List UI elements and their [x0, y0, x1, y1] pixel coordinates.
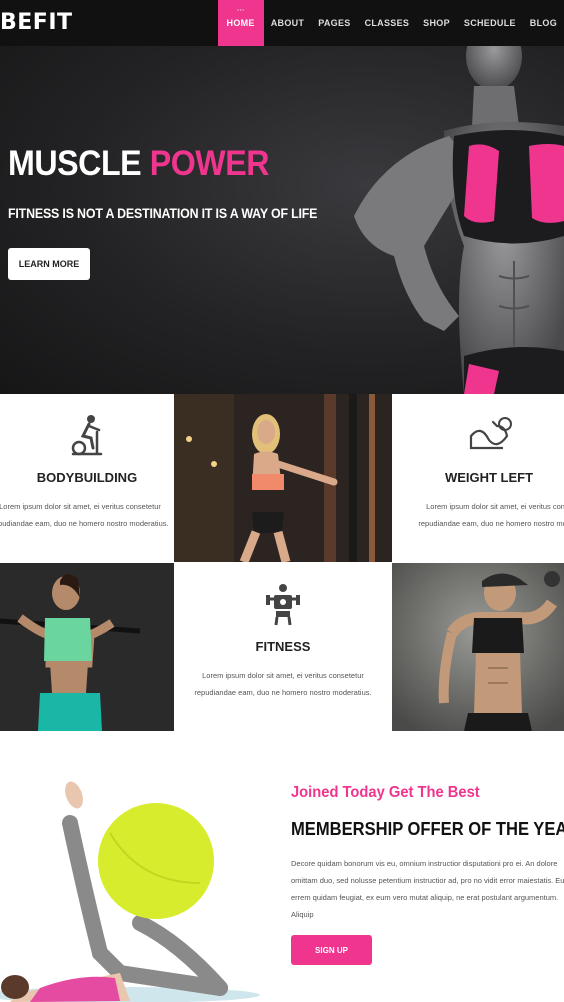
hero-title-white: MUSCLE [8, 144, 142, 183]
site-logo[interactable]: BEFIT [0, 10, 73, 35]
nav-item-schedule[interactable]: SCHEDULE [457, 0, 523, 46]
membership-section: Joined Today Get The Best MEMBERSHIP OFF… [0, 733, 564, 1002]
hero-athlete-image [354, 46, 564, 394]
learn-more-button[interactable]: LEARN MORE [8, 248, 90, 280]
hero-title-pink: POWER [149, 144, 270, 183]
features-grid: BODYBUILDING Lorem ipsum dolor sit amet,… [0, 394, 564, 731]
main-menu: HOME ABOUT PAGES CLASSES SHOP SCHEDULE B… [217, 0, 564, 46]
hero-banner: MUSCLE POWER FITNESS IS NOT A DESTINATIO… [0, 46, 564, 394]
hero-title: MUSCLE POWER [8, 144, 270, 184]
membership-tagline: Joined Today Get The Best [291, 784, 480, 801]
weight-text: Lorem ipsum dolor sit amet, ei veritus c… [418, 502, 564, 528]
weight-title: WEIGHT LEFT [444, 470, 534, 485]
gym-cable-machine-image [174, 394, 392, 562]
dumbbell-woman-photo [392, 563, 564, 731]
nav-item-home[interactable]: HOME [217, 0, 264, 46]
dumbbell-woman-image [392, 563, 564, 731]
exercise-bike-icon [71, 415, 103, 456]
nav-item-blog[interactable]: BLOG [523, 0, 564, 46]
fitness-title: FITNESS [255, 639, 311, 654]
bodybuilding-title: BODYBUILDING [36, 470, 138, 485]
nav-item-classes[interactable]: CLASSES [358, 0, 417, 46]
fitness-text: Lorem ipsum dolor sit amet, ei veritus c… [194, 671, 372, 697]
membership-text: Decore quidam bonorum vis eu, omnium ins… [291, 859, 564, 919]
barbell-woman-image [0, 563, 174, 731]
bodybuilding-card: BODYBUILDING Lorem ipsum dolor sit amet,… [0, 394, 174, 562]
sign-up-button[interactable]: SIGN UP [291, 935, 372, 965]
robot-icon [266, 584, 300, 626]
top-navbar: BEFIT HOME ABOUT PAGES CLASSES SHOP SCHE… [0, 0, 564, 46]
gym-woman-photo [174, 394, 392, 562]
weight-card: WEIGHT LEFT Lorem ipsum dolor sit amet, … [392, 394, 564, 562]
bodybuilding-text: Lorem ipsum dolor sit amet, ei veritus c… [0, 502, 169, 528]
nav-item-about[interactable]: ABOUT [264, 0, 312, 46]
hero-subtitle: FITNESS IS NOT A DESTINATION IT IS A WAY… [8, 206, 318, 221]
membership-title: MEMBERSHIP OFFER OF THE YEAR [291, 819, 564, 839]
nav-item-shop[interactable]: SHOP [416, 0, 457, 46]
nav-item-pages[interactable]: PAGES [311, 0, 357, 46]
yoga-ball-image [0, 781, 260, 1002]
flexed-arm-icon [469, 417, 512, 450]
green-outfit-photo [0, 563, 174, 731]
fitness-card: FITNESS Lorem ipsum dolor sit amet, ei v… [174, 563, 392, 731]
